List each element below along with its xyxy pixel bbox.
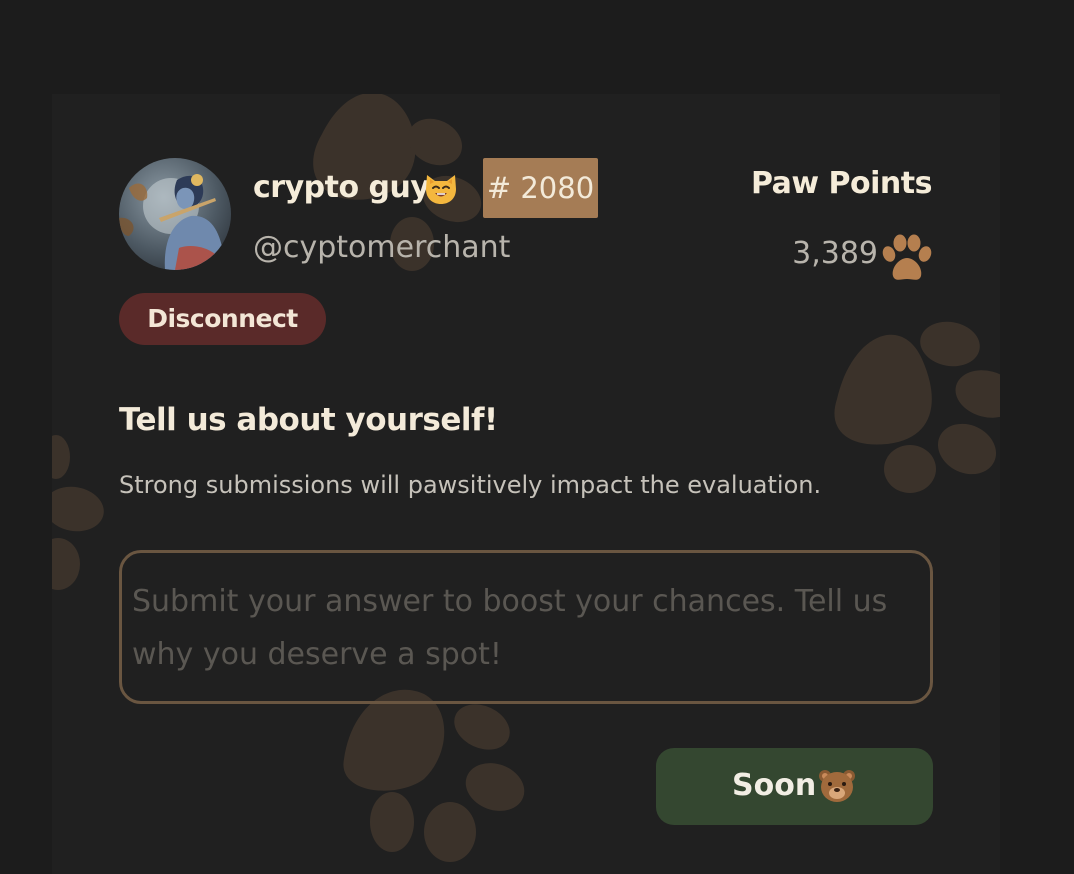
avatar: [119, 158, 231, 270]
paw-points-value: 3,389: [792, 236, 878, 271]
rank-badge: # 2080: [483, 158, 598, 218]
answer-input[interactable]: [132, 575, 912, 693]
profile-card: crypto guy # 2080 @cyptomerchant Paw Poi…: [52, 94, 1000, 874]
paw-icon: [882, 234, 932, 280]
smiling-cat-icon: [426, 175, 456, 204]
answer-input-container: [119, 550, 933, 704]
avatar-illustration: [119, 158, 231, 270]
soon-button-label: Soon: [732, 768, 817, 803]
disconnect-button[interactable]: Disconnect: [119, 293, 326, 345]
page: crypto guy # 2080 @cyptomerchant Paw Poi…: [0, 0, 1074, 874]
paw-points-label: Paw Points: [750, 166, 933, 201]
section-title: Tell us about yourself!: [119, 402, 498, 438]
soon-button[interactable]: Soon: [656, 748, 933, 825]
user-handle: @cyptomerchant: [253, 230, 511, 265]
section-subtitle: Strong submissions will pawsitively impa…: [119, 471, 822, 499]
display-name: crypto guy: [253, 170, 430, 205]
bear-face-icon: [819, 770, 855, 802]
